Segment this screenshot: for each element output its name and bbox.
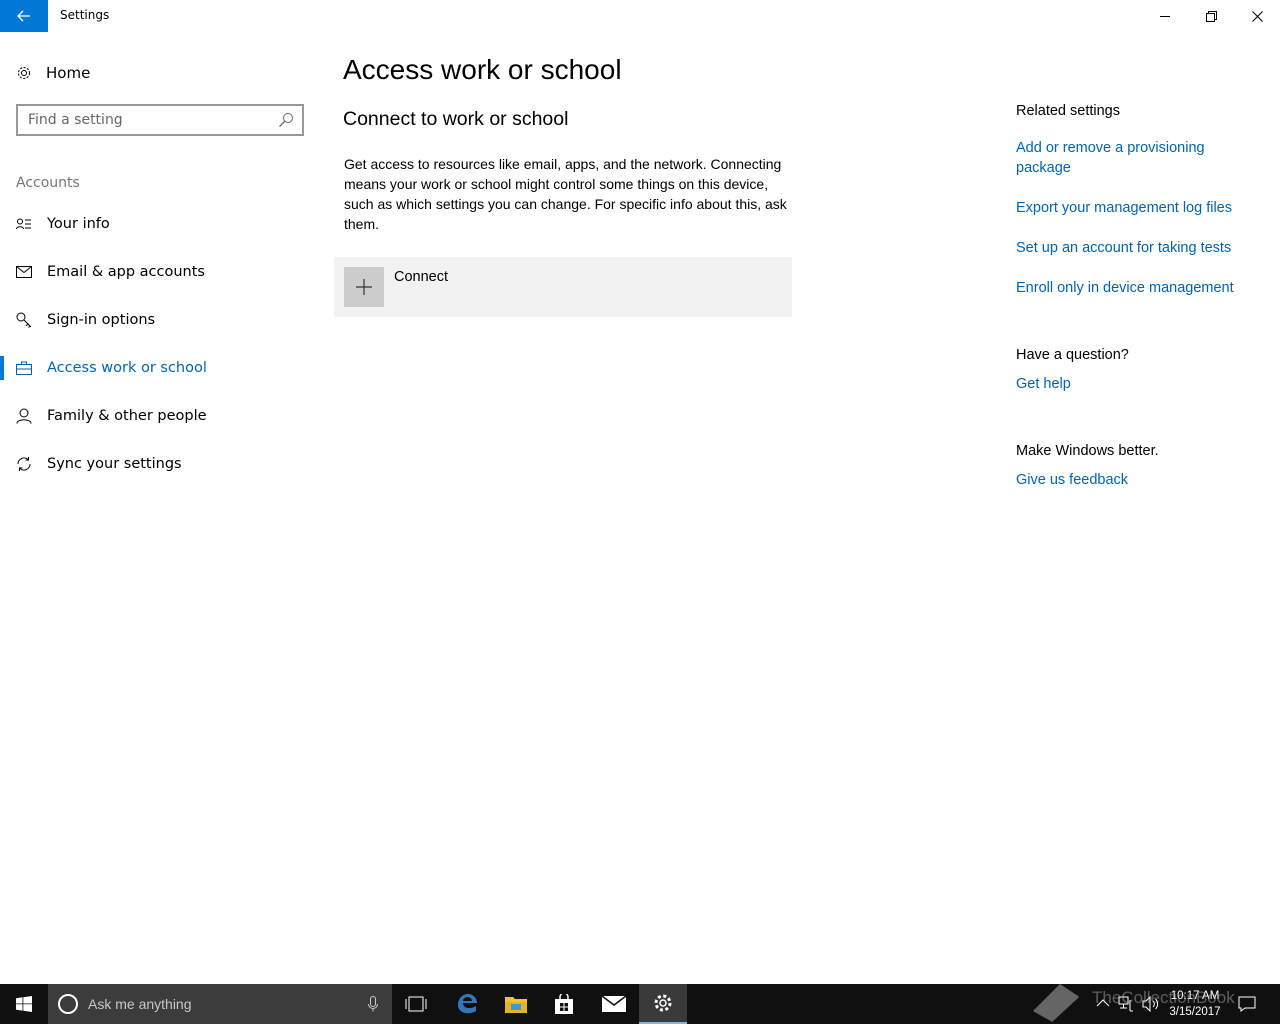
taking-tests-account-link[interactable]: Set up an account for taking tests: [1016, 238, 1231, 258]
search-icon[interactable]: [278, 112, 294, 128]
book-logo-icon: [1033, 984, 1080, 1022]
file-explorer-button[interactable]: [492, 984, 540, 1024]
connect-button[interactable]: Connect: [334, 257, 792, 317]
sidebar-item-sync-settings[interactable]: Sync your settings: [0, 444, 320, 484]
feedback-header: Make Windows better.: [1016, 443, 1159, 459]
sidebar-item-label: Your info: [47, 216, 110, 232]
microphone-icon[interactable]: [368, 996, 378, 1012]
accounts-group-header: Accounts: [16, 175, 80, 191]
task-view-button[interactable]: [392, 984, 440, 1024]
mail-icon: [16, 264, 32, 280]
sidebar-item-your-info[interactable]: Your info: [0, 204, 320, 244]
gear-icon: [18, 67, 30, 79]
briefcase-icon: [16, 360, 32, 376]
store-button[interactable]: [540, 984, 588, 1024]
minimize-button[interactable]: [1142, 0, 1188, 32]
sidebar-item-label: Access work or school: [47, 360, 207, 376]
watermark: TheCollectionBook: [1030, 978, 1260, 1024]
connect-label: Connect: [394, 269, 449, 285]
search-setting-box[interactable]: [16, 104, 304, 136]
task-view-icon: [405, 996, 427, 1012]
start-button[interactable]: [0, 984, 48, 1024]
enroll-device-management-link[interactable]: Enroll only in device management: [1016, 278, 1234, 298]
sidebar-item-label: Family & other people: [47, 408, 207, 424]
question-header: Have a question?: [1016, 347, 1129, 363]
provisioning-package-link[interactable]: Add or remove a provisioning package: [1016, 138, 1236, 178]
sidebar-item-email-app-accounts[interactable]: Email & app accounts: [0, 252, 320, 292]
edge-icon: [458, 994, 477, 1014]
sync-icon: [16, 456, 32, 472]
back-button[interactable]: [0, 0, 48, 32]
contact-card-icon: [16, 216, 32, 232]
close-button[interactable]: [1234, 0, 1280, 32]
cortana-icon: [58, 994, 78, 1014]
settings-app-button[interactable]: [639, 984, 687, 1024]
taskbar-search-placeholder: Ask me anything: [88, 996, 192, 1012]
sidebar-item-sign-in-options[interactable]: Sign-in options: [0, 300, 320, 340]
sidebar-item-label: Email & app accounts: [47, 264, 205, 280]
key-icon: [16, 312, 32, 328]
section-title: Connect to work or school: [343, 108, 569, 130]
edge-browser-button[interactable]: [443, 984, 491, 1024]
settings-gear-icon: [654, 994, 672, 1012]
plus-icon: [344, 267, 384, 307]
sidebar-item-label: Sign-in options: [47, 312, 156, 328]
watermark-text: TheCollectionBook: [1092, 988, 1235, 1007]
person-icon: [16, 408, 32, 424]
close-icon: [1251, 10, 1263, 22]
restore-button[interactable]: [1188, 0, 1234, 32]
home-label: Home: [46, 64, 91, 82]
search-input[interactable]: [28, 112, 272, 128]
give-feedback-link[interactable]: Give us feedback: [1016, 470, 1128, 490]
folder-icon: [505, 997, 527, 1013]
back-arrow-icon: [17, 10, 30, 22]
mail-app-button[interactable]: [590, 984, 638, 1024]
windows-logo-icon: [16, 996, 32, 1012]
get-help-link[interactable]: Get help: [1016, 374, 1071, 394]
sidebar-item-family-other-people[interactable]: Family & other people: [0, 396, 320, 436]
restore-icon: [1205, 10, 1217, 22]
mail-app-icon: [602, 996, 626, 1012]
window-title: Settings: [60, 8, 110, 22]
taskbar-search-box[interactable]: Ask me anything: [48, 984, 392, 1024]
title-bar: Settings: [0, 0, 1280, 32]
minimize-icon: [1160, 16, 1170, 17]
export-log-files-link[interactable]: Export your management log files: [1016, 198, 1232, 218]
sidebar-item-label: Sync your settings: [47, 456, 182, 472]
page-title: Access work or school: [343, 54, 622, 85]
sidebar-item-access-work-school[interactable]: Access work or school: [0, 348, 320, 388]
store-bag-icon: [555, 994, 573, 1014]
section-description: Get access to resources like email, apps…: [344, 156, 787, 232]
home-nav-item[interactable]: Home: [16, 60, 90, 86]
related-settings-header: Related settings: [1016, 103, 1120, 119]
